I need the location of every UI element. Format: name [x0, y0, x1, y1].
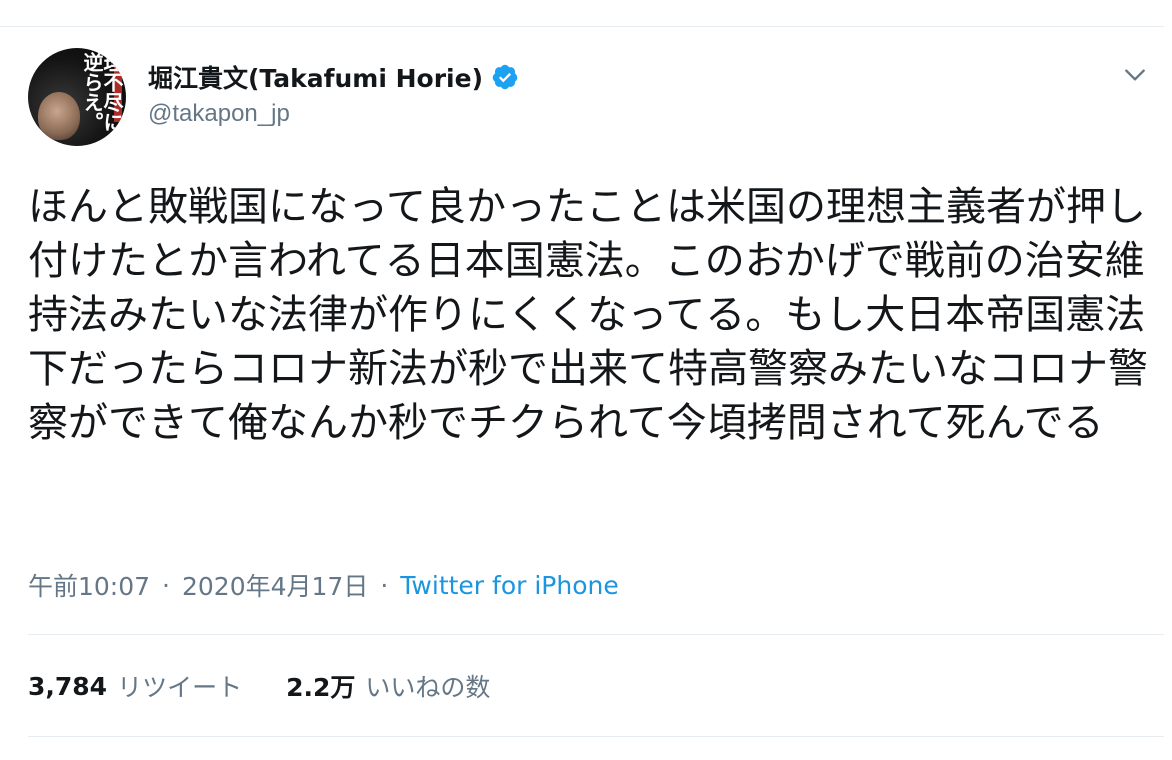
display-name[interactable]: 堀江貴文(Takafumi Horie): [148, 59, 483, 95]
avatar[interactable]: 理不尽に逆らえ。: [28, 48, 126, 146]
tweet-header: 理不尽に逆らえ。 堀江貴文(Takafumi Horie) @takapon_j…: [28, 48, 1148, 146]
tweet-source-link[interactable]: Twitter for iPhone: [400, 571, 618, 600]
top-divider: [0, 26, 1164, 27]
meta-separator: ·: [162, 570, 170, 600]
like-count[interactable]: 2.2万: [286, 668, 355, 704]
divider: [28, 736, 1164, 737]
avatar-text: 理不尽に逆らえ。: [80, 52, 124, 132]
meta-separator: ·: [380, 570, 389, 600]
tweet-stats: 3,784 リツイート 2.2万 いいねの数: [28, 666, 490, 706]
divider: [28, 634, 1164, 635]
tweet-date[interactable]: 2020年4月17日: [182, 567, 368, 603]
retweet-label[interactable]: リツイート: [117, 668, 242, 704]
chevron-down-icon[interactable]: [1122, 62, 1148, 88]
handle[interactable]: @takapon_jp: [148, 100, 290, 128]
name-row: 堀江貴文(Takafumi Horie): [148, 60, 519, 94]
like-label[interactable]: いいねの数: [365, 668, 490, 704]
tweet-meta: 午前10:07 · 2020年4月17日 · Twitter for iPhon…: [28, 565, 619, 605]
tweet-time[interactable]: 午前10:07: [28, 567, 150, 603]
tweet-text: ほんと敗戦国になって良かったことは米国の理想主義者が押し付けたとか言われてる日本…: [28, 184, 1148, 446]
retweet-count[interactable]: 3,784: [28, 672, 107, 701]
verified-badge-icon: [492, 64, 518, 90]
